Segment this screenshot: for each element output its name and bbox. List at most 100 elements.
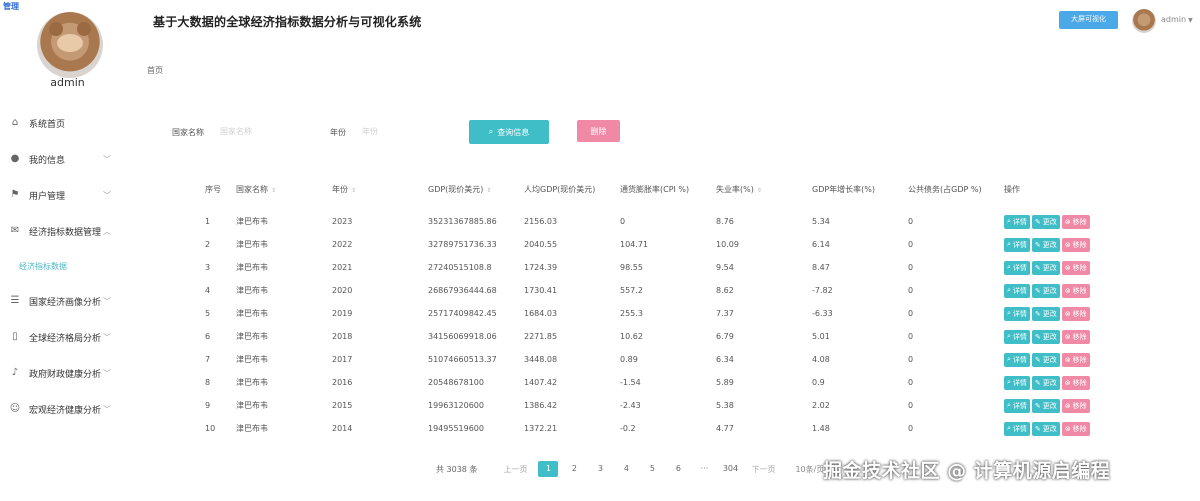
country-input[interactable] (220, 124, 310, 138)
edit-button[interactable]: ✎ 更改 (1031, 375, 1060, 390)
big-screen-button[interactable]: 大屏可视化 (1059, 11, 1118, 29)
sort-icon[interactable]: ⇕ (757, 187, 762, 194)
edit-button[interactable]: ✎ 更改 (1031, 352, 1060, 367)
detail-button[interactable]: ⌕ 详情 (1004, 329, 1030, 344)
edit-button[interactable]: ✎ 更改 (1031, 283, 1060, 298)
sidebar-item-3[interactable]: ✉ 经济指标数据管理 ︿ (0, 213, 135, 249)
remove-button[interactable]: ⊗ 移除 (1061, 398, 1090, 413)
table-cell: -1.54 (620, 378, 641, 387)
sidebar-item-2[interactable]: ⚑ 用户管理 ﹀ (0, 177, 135, 213)
next-page-button[interactable]: 下一页 (751, 464, 775, 475)
remove-button[interactable]: ⊗ 移除 (1061, 421, 1090, 436)
remove-circle-icon: ⊗ (1064, 287, 1071, 295)
page-2[interactable]: 2 (564, 461, 584, 477)
remove-circle-icon: ⊗ (1064, 218, 1071, 226)
remove-button[interactable]: ⊗ 移除 (1061, 329, 1090, 344)
search-icon: ⌕ (1007, 355, 1011, 363)
column-header[interactable]: 年份 ⇕ (322, 168, 418, 210)
sidebar-item-0[interactable]: ⌂ 系统首页 (0, 105, 135, 141)
table-cell: 7 (205, 355, 211, 364)
sidebar-item-4[interactable]: ☰ 国家经济画像分析 ﹀ (0, 283, 135, 319)
table-cell: 0.9 (812, 378, 825, 387)
edit-button-label: 更改 (1042, 356, 1057, 364)
detail-button[interactable]: ⌕ 详情 (1004, 214, 1030, 229)
sort-icon[interactable]: ⇕ (271, 187, 276, 194)
header-avatar[interactable] (1132, 9, 1156, 33)
table-row: 3 津巴布韦 2021 27240515108.8 1724.39 98.55 9.54 8.… (195, 256, 1114, 279)
column-header: 操作 (994, 168, 1114, 210)
column-header[interactable]: 国家名称 ⇕ (226, 168, 322, 210)
page-1[interactable]: 1 (538, 461, 559, 477)
sidebar-item-label: 经济指标数据管理 (29, 227, 102, 238)
table-cell: 5.38 (716, 401, 734, 410)
sidebar-avatar[interactable] (37, 12, 103, 78)
page-5[interactable]: 5 (642, 461, 662, 477)
avatar-face (57, 34, 83, 52)
sort-icon[interactable]: ⇕ (486, 187, 491, 194)
row-actions: ⌕ 详情 ✎ 更改 ⊗ 移除 (1004, 260, 1114, 275)
page-304[interactable]: 304 (720, 461, 740, 477)
header-user-menu[interactable]: admin ▼ (1161, 15, 1193, 24)
remove-button[interactable]: ⊗ 移除 (1061, 237, 1090, 252)
chevron-down-icon: ﹀ (103, 155, 111, 164)
table-cell: 0 (908, 309, 914, 318)
remove-button[interactable]: ⊗ 移除 (1061, 375, 1090, 390)
edit-button[interactable]: ✎ 更改 (1031, 214, 1060, 229)
edit-button[interactable]: ✎ 更改 (1031, 306, 1060, 321)
table-cell: 2015 (332, 401, 353, 410)
detail-button[interactable]: ⌕ 详情 (1004, 283, 1030, 298)
remove-button[interactable]: ⊗ 移除 (1061, 352, 1090, 367)
detail-button[interactable]: ⌕ 详情 (1004, 306, 1030, 321)
detail-button[interactable]: ⌕ 详情 (1004, 421, 1030, 436)
remove-button-label: 移除 (1072, 287, 1087, 295)
detail-button[interactable]: ⌕ 详情 (1004, 237, 1030, 252)
table-cell: 津巴布韦 (236, 286, 268, 295)
pagination-total: 共 3038 条 (436, 464, 478, 474)
detail-button-label: 详情 (1012, 241, 1027, 249)
edit-button[interactable]: ✎ 更改 (1031, 237, 1060, 252)
query-button[interactable]: ⌕ 查询信息 (469, 120, 549, 144)
column-header[interactable]: 公共债务(占GDP %) (898, 168, 994, 210)
detail-button[interactable]: ⌕ 详情 (1004, 398, 1030, 413)
sidebar-item-label: 我的信息 (29, 155, 66, 166)
sidebar-item-1[interactable]: ● 我的信息 ﹀ (0, 141, 135, 177)
page-3[interactable]: 3 (590, 461, 610, 477)
mail-icon: ✉ (10, 225, 20, 236)
table-row: 6 津巴布韦 2018 34156069918.06 2271.85 10.62 6.79 5… (195, 325, 1114, 348)
sidebar-item-7[interactable]: ☺ 宏观经济健康分析 ﹀ (0, 391, 135, 427)
edit-button[interactable]: ✎ 更改 (1031, 421, 1060, 436)
column-header-label: 国家名称 (236, 184, 268, 194)
detail-button[interactable]: ⌕ 详情 (1004, 375, 1030, 390)
page-6[interactable]: 6 (668, 461, 688, 477)
remove-button[interactable]: ⊗ 移除 (1061, 260, 1090, 275)
delete-button[interactable]: 删除 (577, 120, 620, 142)
column-header[interactable]: 人均GDP(现价美元) (514, 168, 610, 210)
edit-button[interactable]: ✎ 更改 (1031, 260, 1060, 275)
column-header[interactable]: 通货膨胀率(CPI %) (610, 168, 706, 210)
sidebar-subitem-indicator-data[interactable]: 经济指标数据 (0, 249, 135, 283)
column-header[interactable]: 失业率(%) ⇕ (706, 168, 802, 210)
remove-button[interactable]: ⊗ 移除 (1061, 214, 1090, 229)
flag-icon: ⚑ (10, 189, 20, 200)
remove-button[interactable]: ⊗ 移除 (1061, 283, 1090, 298)
detail-button[interactable]: ⌕ 详情 (1004, 352, 1030, 367)
page-size-select[interactable]: 10条/页 (795, 464, 824, 475)
column-header-label: 年份 (332, 184, 348, 194)
edit-button[interactable]: ✎ 更改 (1031, 329, 1060, 344)
prev-page-button[interactable]: 上一页 (503, 464, 527, 475)
year-input[interactable] (362, 124, 442, 138)
remove-button[interactable]: ⊗ 移除 (1061, 306, 1090, 321)
detail-button-label: 详情 (1012, 333, 1027, 341)
detail-button[interactable]: ⌕ 详情 (1004, 260, 1030, 275)
sort-icon[interactable]: ⇕ (351, 187, 356, 194)
page-4[interactable]: 4 (616, 461, 636, 477)
sidebar-item-6[interactable]: ♪ 政府财政健康分析 ﹀ (0, 355, 135, 391)
sidebar-item-5[interactable]: ▯ 全球经济格局分析 ﹀ (0, 319, 135, 355)
pagination-ellipsis[interactable]: ··· (694, 461, 714, 477)
edit-button[interactable]: ✎ 更改 (1031, 398, 1060, 413)
column-header[interactable]: GDP年增长率(%) (802, 168, 898, 210)
column-header[interactable]: GDP(现价美元) ⇕ (418, 168, 514, 210)
breadcrumb[interactable]: 首页 (147, 65, 163, 76)
table-cell: 5 (205, 309, 211, 318)
corner-logo: 管理 (3, 2, 19, 11)
